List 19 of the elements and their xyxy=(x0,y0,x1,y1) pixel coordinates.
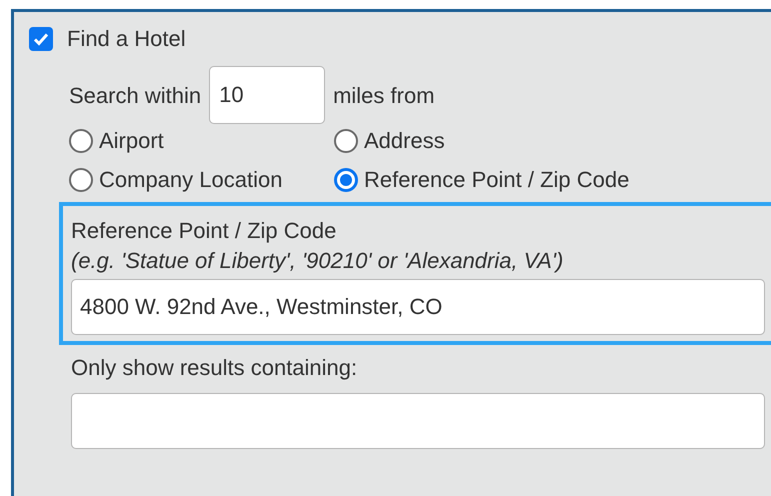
filter-field[interactable] xyxy=(71,393,765,449)
radio-button[interactable] xyxy=(334,168,358,192)
reference-point-hint: (e.g. 'Statue of Liberty', '90210' or 'Alexandria, VA') xyxy=(71,247,564,275)
check-icon xyxy=(33,32,49,46)
reference-point-field[interactable]: 4800 W. 92nd Ave., Westminster, CO xyxy=(71,279,765,335)
radio-label: Airport xyxy=(99,127,164,155)
distance-field[interactable]: 10 xyxy=(209,66,326,124)
checkbox-label: Find a Hotel xyxy=(67,25,186,53)
checkbox[interactable] xyxy=(29,26,53,50)
radio-label: Address xyxy=(364,127,445,155)
miles-from-label: miles from xyxy=(333,82,435,110)
radio-button[interactable] xyxy=(334,129,358,153)
reference-point-label: Reference Point / Zip Code xyxy=(71,217,338,245)
radio-label: Company Location xyxy=(99,166,282,194)
radio-label: Reference Point / Zip Code xyxy=(364,166,630,194)
search-within-label: Search within xyxy=(69,82,202,110)
radio-button[interactable] xyxy=(69,129,93,153)
filter-label: Only show results containing: xyxy=(71,354,358,382)
radio-button[interactable] xyxy=(69,168,93,192)
